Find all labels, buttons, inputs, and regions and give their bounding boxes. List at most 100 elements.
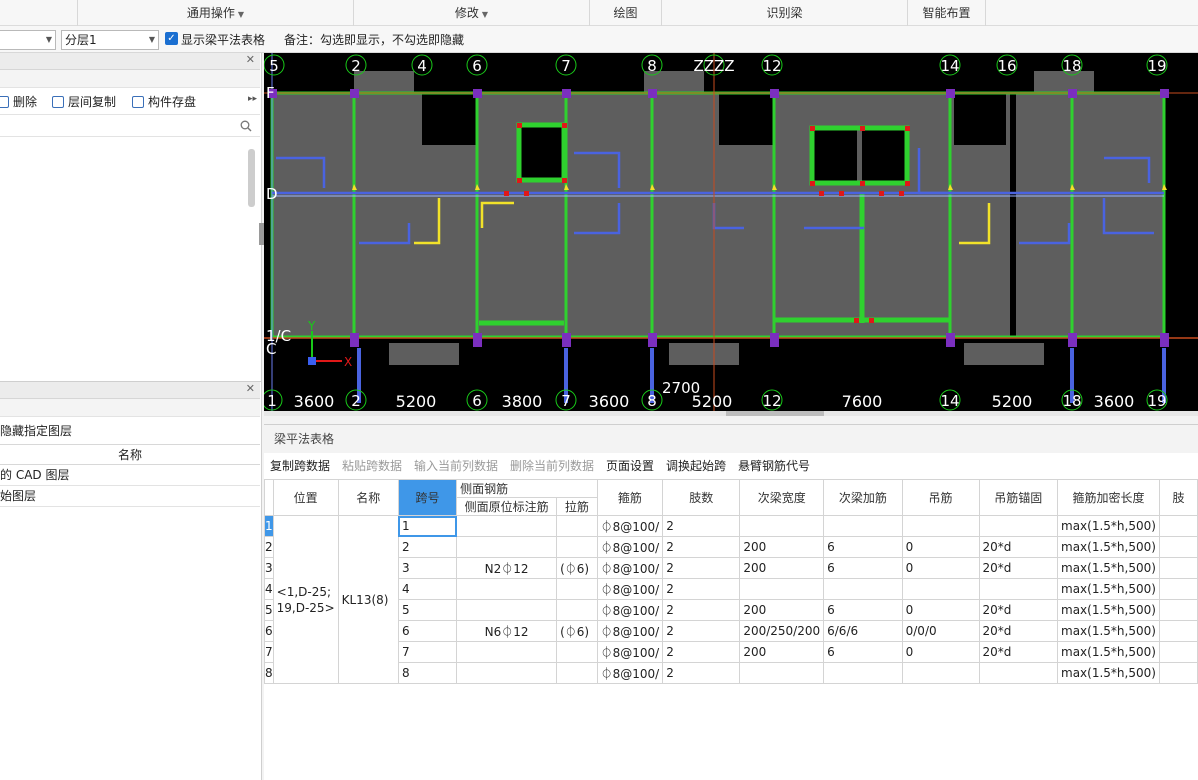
cell-dense[interactable]: max(1.5*h,500) — [1057, 662, 1160, 684]
header-dense-length[interactable]: 箍筋加密长度 — [1057, 479, 1160, 516]
table-row[interactable]: 1 <1,D-25; 19,D-25> KL13(8) 1 ⏀8@100/2 max(1.… — [264, 515, 1198, 684]
delete-button[interactable]: 删除 — [0, 93, 37, 110]
cell-anchor[interactable]: 20*d — [978, 599, 1058, 621]
cell-legs[interactable]: 2 — [662, 620, 741, 642]
header-legs[interactable]: 肢数 — [662, 479, 741, 516]
cell-span[interactable]: 5 — [397, 599, 458, 621]
header-tie[interactable]: 拉筋 — [556, 497, 598, 516]
ribbon-group-common[interactable]: 通用操作 ▼ — [78, 0, 354, 26]
cad-drawing-canvas[interactable]: 5 2 4 6 7 8 ZZZZ 12 14 16 18 19 1 2 6 7 8 12 14 18 19 3600 5… — [264, 53, 1198, 413]
copy-span-data-button[interactable]: 复制跨数据 — [270, 453, 330, 479]
cell-hanger[interactable]: 0 — [901, 599, 980, 621]
cell-tie[interactable] — [556, 641, 598, 663]
position-cell[interactable]: <1,D-25; 19,D-25> — [272, 515, 339, 684]
row-number[interactable]: 7 — [264, 641, 274, 663]
cell-sec-w[interactable] — [739, 662, 825, 684]
cell-tie[interactable]: (⏀6) — [556, 557, 598, 579]
cell-last[interactable] — [1158, 557, 1198, 579]
cell-last[interactable] — [1158, 578, 1198, 600]
cell-side[interactable]: N6⏀12 — [456, 620, 558, 642]
cell-dense[interactable]: max(1.5*h,500) — [1057, 599, 1160, 621]
cell-side[interactable] — [456, 536, 558, 558]
cell-sec-r[interactable] — [823, 578, 903, 600]
cell-sec-r[interactable] — [823, 662, 903, 684]
cell-tie[interactable] — [556, 536, 598, 558]
cell-stirrup[interactable]: ⏀8@100/ — [596, 578, 664, 600]
table-row[interactable]: 8 8 ⏀8@100/2 max(1.5*h,500) — [264, 662, 1198, 684]
cell-sec-r[interactable]: 6 — [823, 599, 903, 621]
row-number[interactable]: 5 — [264, 599, 274, 621]
cell-dense[interactable]: max(1.5*h,500) — [1057, 641, 1160, 663]
cell-side[interactable] — [456, 515, 558, 537]
cell-anchor[interactable] — [978, 662, 1058, 684]
row-number[interactable]: 2 — [264, 536, 274, 558]
scrollbar-thumb[interactable] — [726, 411, 824, 416]
cell-dense[interactable]: max(1.5*h,500) — [1057, 536, 1160, 558]
cell-span[interactable]: 6 — [397, 620, 458, 642]
ribbon-group-smart-layout[interactable]: 智能布置 — [908, 0, 986, 26]
cell-sec-r[interactable]: 6 — [823, 536, 903, 558]
header-position[interactable]: 位置 — [272, 479, 339, 516]
cell-last[interactable] — [1158, 515, 1198, 537]
ribbon-group-modify[interactable]: 修改 ▼ — [354, 0, 590, 26]
cell-sec-w[interactable]: 200 — [739, 536, 825, 558]
cell-legs[interactable]: 2 — [662, 536, 741, 558]
copy-between-floors-button[interactable]: 层间复制 — [52, 93, 116, 110]
cell-tie[interactable] — [556, 515, 598, 537]
show-table-label[interactable]: 显示梁平法表格 — [181, 31, 265, 48]
cell-tie[interactable]: (⏀6) — [556, 620, 598, 642]
cell-stirrup[interactable]: ⏀8@100/ — [596, 620, 664, 642]
cell-anchor[interactable] — [978, 515, 1058, 537]
cell-sec-r[interactable]: 6 — [823, 557, 903, 579]
cell-last[interactable] — [1158, 599, 1198, 621]
header-stirrup[interactable]: 箍筋 — [596, 479, 664, 516]
row-number[interactable]: 1 — [264, 515, 274, 537]
cell-legs[interactable]: 2 — [662, 578, 741, 600]
cell-sec-w[interactable]: 200 — [739, 557, 825, 579]
table-row[interactable]: 2 2 ⏀8@100/2 200 6 0 20*d max(1.5*h,500) — [264, 536, 1198, 558]
cell-hanger[interactable] — [901, 515, 980, 537]
cell-anchor[interactable] — [978, 578, 1058, 600]
cell-dense[interactable]: max(1.5*h,500) — [1057, 578, 1160, 600]
cell-side[interactable] — [456, 662, 558, 684]
cell-span[interactable]: 1 — [397, 515, 458, 537]
header-name[interactable]: 名称 — [337, 479, 399, 516]
header-span[interactable]: 跨号 — [397, 479, 458, 516]
cell-dense[interactable]: max(1.5*h,500) — [1057, 515, 1160, 537]
cell-sec-w[interactable] — [739, 578, 825, 600]
cell-stirrup[interactable]: ⏀8@100/ — [596, 599, 664, 621]
header-secondary-rebar[interactable]: 次梁加筋 — [823, 479, 903, 516]
row-number[interactable]: 3 — [264, 557, 274, 579]
ribbon-group-draw[interactable]: 绘图 — [590, 0, 662, 26]
ribbon-group-identify-beam[interactable]: 识别梁 — [662, 0, 908, 26]
cell-sec-w[interactable] — [739, 515, 825, 537]
table-row[interactable]: 4 4 ⏀8@100/2 max(1.5*h,500) — [264, 578, 1198, 600]
input-column-data-button[interactable]: 输入当前列数据 — [414, 453, 498, 479]
cell-tie[interactable] — [556, 662, 598, 684]
name-cell[interactable]: KL13(8) — [337, 515, 399, 684]
layer-row[interactable]: 始图层 — [0, 486, 260, 507]
header-secondary-width[interactable]: 次梁宽度 — [739, 479, 825, 516]
close-icon[interactable]: ✕ — [246, 53, 255, 66]
layer-row[interactable]: 的 CAD 图层 — [0, 465, 260, 486]
cell-span[interactable]: 7 — [397, 641, 458, 663]
cell-tie[interactable] — [556, 599, 598, 621]
cell-dense[interactable]: max(1.5*h,500) — [1057, 557, 1160, 579]
table-row[interactable]: 5 5 ⏀8@100/2 200 6 0 20*d max(1.5*h,500) — [264, 599, 1198, 621]
cell-side[interactable] — [456, 599, 558, 621]
cell-last[interactable] — [1158, 536, 1198, 558]
page-setup-button[interactable]: 页面设置 — [606, 453, 654, 479]
swap-start-span-button[interactable]: 调换起始跨 — [666, 453, 726, 479]
row-number[interactable]: 8 — [264, 662, 274, 684]
cell-legs[interactable]: 2 — [662, 515, 741, 537]
header-last[interactable]: 肢 — [1158, 479, 1198, 516]
cell-dense[interactable]: max(1.5*h,500) — [1057, 620, 1160, 642]
header-hanger[interactable]: 吊筋 — [901, 479, 980, 516]
paste-span-data-button[interactable]: 粘贴跨数据 — [342, 453, 402, 479]
scrollbar[interactable] — [248, 149, 255, 207]
row-number[interactable]: 6 — [264, 620, 274, 642]
cell-tie[interactable] — [556, 578, 598, 600]
header-side-rebar[interactable]: 侧面原位标注筋 — [456, 497, 558, 516]
cell-anchor[interactable]: 20*d — [978, 620, 1058, 642]
cell-sec-r[interactable] — [823, 515, 903, 537]
